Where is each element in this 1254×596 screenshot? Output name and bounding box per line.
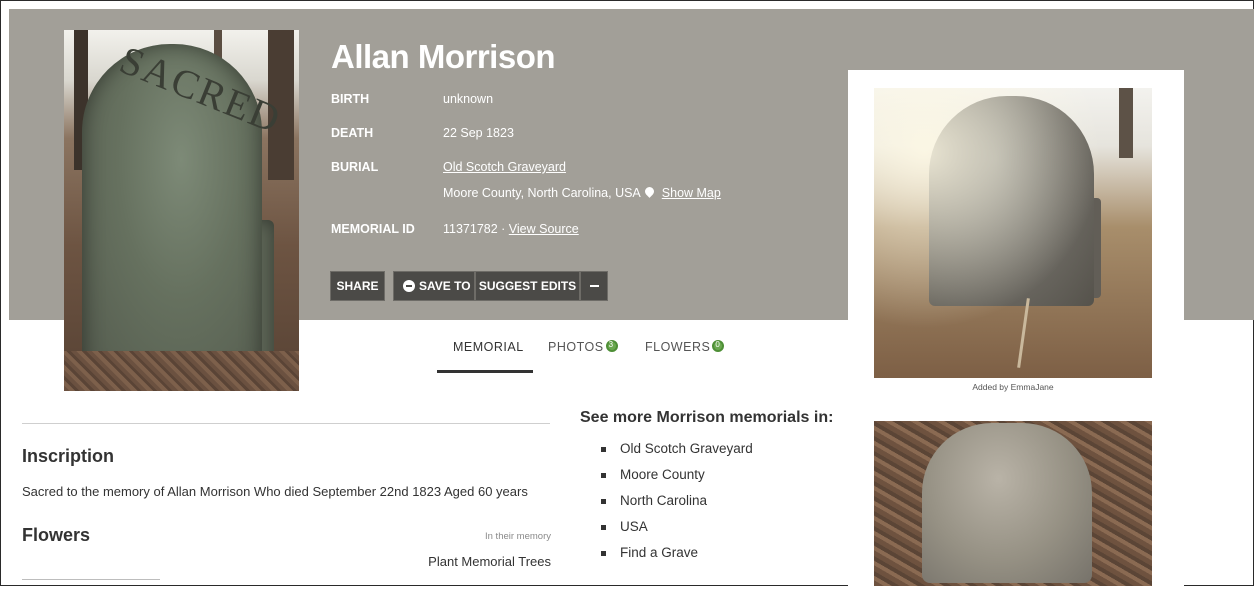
suggest-edits-button[interactable]: SUGGEST EDITS xyxy=(475,271,580,301)
memorial-id-label: MEMORIAL ID xyxy=(331,222,415,236)
flowers-heading: Flowers xyxy=(22,525,91,545)
see-more-link-findagrave[interactable]: Find a Grave xyxy=(601,545,753,571)
see-more-link-country[interactable]: USA xyxy=(601,519,753,545)
see-more-link-cemetery[interactable]: Old Scotch Graveyard xyxy=(601,441,753,467)
map-pin-icon xyxy=(642,185,656,198)
flowers-divider xyxy=(22,579,160,580)
memorial-id: 11371782 · View Source xyxy=(443,222,579,236)
birth-label: BIRTH xyxy=(331,92,370,106)
leaf-ground xyxy=(64,351,299,391)
see-more-list: Old Scotch Graveyard Moore County North … xyxy=(601,441,753,571)
main-memorial-photo[interactable]: SACRED xyxy=(64,30,299,391)
save-to-button[interactable]: SAVE TO xyxy=(393,271,475,301)
tab-photos-label: PHOTOS xyxy=(548,340,604,354)
more-options-button[interactable] xyxy=(580,271,608,301)
burial-location-text: Moore County, North Carolina, USA xyxy=(443,186,641,200)
gallery-photo-2[interactable] xyxy=(874,421,1152,586)
birth-value: unknown xyxy=(443,92,494,106)
plant-memorial-trees-link[interactable]: Plant Memorial Trees xyxy=(400,554,551,569)
inscription-heading: Inscription xyxy=(22,446,115,466)
inscription-text: Sacred to the memory of Allan Morrison W… xyxy=(22,484,528,499)
section-divider xyxy=(22,423,550,424)
see-more-prefix: See more xyxy=(580,409,657,426)
show-map-link[interactable]: Show Map xyxy=(662,186,721,200)
sunlight-glare xyxy=(874,88,1152,378)
tab-memorial[interactable]: MEMORIAL xyxy=(453,340,524,354)
gallery-photo-1[interactable] xyxy=(874,88,1152,378)
tab-photos[interactable]: PHOTOS 3 xyxy=(548,340,618,354)
photo-caption: Added by EmmaJane xyxy=(972,382,1054,392)
burial-location: Moore County, North Carolina, USA Show Ma… xyxy=(443,185,721,200)
burial-cemetery-link[interactable]: Old Scotch Graveyard xyxy=(443,160,566,174)
see-more-heading: See more Morrison memorials in: xyxy=(580,409,833,427)
photos-count-badge: 3 xyxy=(605,340,618,352)
tab-flowers[interactable]: FLOWERS 0 xyxy=(645,340,725,354)
view-source-link[interactable]: View Source xyxy=(509,222,579,236)
see-more-link-county[interactable]: Moore County xyxy=(601,467,753,493)
photos-count: 3 xyxy=(608,340,614,349)
death-value: 22 Sep 1823 xyxy=(443,126,514,140)
flowers-count-badge: 0 xyxy=(712,340,725,352)
in-their-memory-label: In their memory xyxy=(485,531,551,542)
see-more-link-state[interactable]: North Carolina xyxy=(601,493,753,519)
active-tab-indicator xyxy=(437,370,533,373)
memorial-id-value: 11371782 xyxy=(443,222,498,236)
death-label: DEATH xyxy=(331,126,374,140)
burial-label: BURIAL xyxy=(331,160,379,174)
tab-flowers-label: FLOWERS xyxy=(645,340,711,354)
save-to-label: SAVE TO xyxy=(419,279,471,293)
share-button[interactable]: SHARE xyxy=(330,271,385,301)
memorial-name: Allan Morrison xyxy=(331,38,556,75)
minus-circle-icon xyxy=(403,280,415,292)
see-more-suffix: memorials in: xyxy=(724,409,834,426)
dash-icon xyxy=(589,285,599,287)
flowers-count: 0 xyxy=(715,340,721,349)
gravestone xyxy=(922,423,1092,583)
see-more-surname: Morrison xyxy=(656,409,725,426)
